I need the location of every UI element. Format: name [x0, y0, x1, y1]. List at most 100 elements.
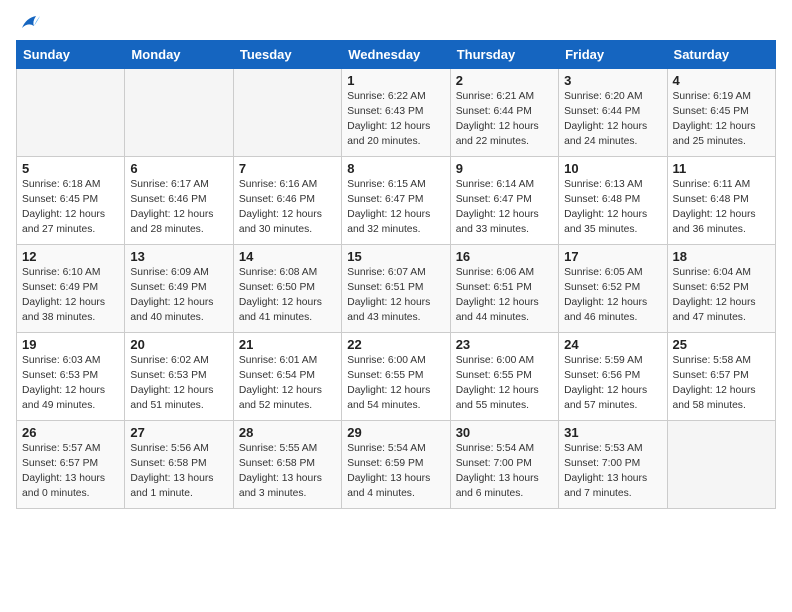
calendar-cell: 2 Sunrise: 6:21 AM Sunset: 6:44 PM Daylig…	[450, 69, 558, 157]
calendar-cell: 9 Sunrise: 6:14 AM Sunset: 6:47 PM Daylig…	[450, 157, 558, 245]
calendar-cell: 26 Sunrise: 5:57 AM Sunset: 6:57 PM Dayli…	[17, 421, 125, 509]
calendar-cell: 13 Sunrise: 6:09 AM Sunset: 6:49 PM Dayli…	[125, 245, 233, 333]
weekday-header-saturday: Saturday	[667, 41, 775, 69]
weekday-header-tuesday: Tuesday	[233, 41, 341, 69]
day-number: 30	[456, 425, 553, 440]
calendar-cell: 23Sunrise: 6:00 AM Sunset: 6:55 PM Dayli…	[450, 333, 558, 421]
day-number: 28	[239, 425, 336, 440]
calendar-cell	[233, 69, 341, 157]
calendar-week-row: 19 Sunrise: 6:03 AM Sunset: 6:53 PM Dayli…	[17, 333, 776, 421]
day-number: 9	[456, 161, 553, 176]
day-info: Sunrise: 5:55 AM Sunset: 6:58 PM Dayligh…	[239, 442, 336, 502]
day-number: 17	[564, 249, 661, 264]
calendar-week-row: 1 Sunrise: 6:22 AM Sunset: 6:43 PM Daylig…	[17, 69, 776, 157]
calendar-cell: 7Sunrise: 6:16 AM Sunset: 6:46 PM Daylig…	[233, 157, 341, 245]
day-info: Sunrise: 6:06 AM Sunset: 6:51 PM Dayligh…	[456, 266, 553, 326]
day-info: Sunrise: 5:53 AM Sunset: 7:00 PM Dayligh…	[564, 442, 661, 502]
day-number: 29	[347, 425, 444, 440]
calendar-cell: 29 Sunrise: 5:54 AM Sunset: 6:59 PM Dayli…	[342, 421, 450, 509]
day-number: 4	[673, 73, 770, 88]
day-number: 2	[456, 73, 553, 88]
calendar-cell: 31 Sunrise: 5:53 AM Sunset: 7:00 PM Dayli…	[559, 421, 667, 509]
day-info: Sunrise: 6:10 AM Sunset: 6:49 PM Dayligh…	[22, 266, 119, 326]
weekday-header-sunday: Sunday	[17, 41, 125, 69]
calendar-cell: 21 Sunrise: 6:01 AM Sunset: 6:54 PM Dayli…	[233, 333, 341, 421]
day-number: 3	[564, 73, 661, 88]
day-number: 21	[239, 337, 336, 352]
weekday-header-row: SundayMondayTuesdayWednesdayThursdayFrid…	[17, 41, 776, 69]
day-info: Sunrise: 5:59 AM Sunset: 6:56 PM Dayligh…	[564, 354, 661, 414]
day-number: 10	[564, 161, 661, 176]
calendar-cell: 5 Sunrise: 6:18 AM Sunset: 6:45 PM Daylig…	[17, 157, 125, 245]
day-info: Sunrise: 5:54 AM Sunset: 6:59 PM Dayligh…	[347, 442, 444, 502]
day-info: Sunrise: 6:07 AM Sunset: 6:51 PM Dayligh…	[347, 266, 444, 326]
calendar-cell: 4Sunrise: 6:19 AM Sunset: 6:45 PM Daylig…	[667, 69, 775, 157]
calendar-cell: 30 Sunrise: 5:54 AM Sunset: 7:00 PM Dayli…	[450, 421, 558, 509]
day-number: 13	[130, 249, 227, 264]
day-number: 22	[347, 337, 444, 352]
logo-bird-icon	[18, 14, 40, 32]
day-number: 24	[564, 337, 661, 352]
logo	[16, 16, 40, 28]
weekday-header-thursday: Thursday	[450, 41, 558, 69]
calendar-cell: 25 Sunrise: 5:58 AM Sunset: 6:57 PM Dayli…	[667, 333, 775, 421]
weekday-header-monday: Monday	[125, 41, 233, 69]
calendar-cell: 22 Sunrise: 6:00 AM Sunset: 6:55 PM Dayli…	[342, 333, 450, 421]
day-number: 19	[22, 337, 119, 352]
calendar-cell	[667, 421, 775, 509]
day-number: 12	[22, 249, 119, 264]
day-number: 25	[673, 337, 770, 352]
calendar-cell: 17 Sunrise: 6:05 AM Sunset: 6:52 PM Dayli…	[559, 245, 667, 333]
calendar-cell: 6 Sunrise: 6:17 AM Sunset: 6:46 PM Daylig…	[125, 157, 233, 245]
day-number: 18	[673, 249, 770, 264]
calendar-table: SundayMondayTuesdayWednesdayThursdayFrid…	[16, 40, 776, 509]
day-info: Sunrise: 5:54 AM Sunset: 7:00 PM Dayligh…	[456, 442, 553, 502]
day-info: Sunrise: 6:20 AM Sunset: 6:44 PM Dayligh…	[564, 90, 661, 150]
calendar-cell: 14Sunrise: 6:08 AM Sunset: 6:50 PM Dayli…	[233, 245, 341, 333]
calendar-cell: 15 Sunrise: 6:07 AM Sunset: 6:51 PM Dayli…	[342, 245, 450, 333]
weekday-header-wednesday: Wednesday	[342, 41, 450, 69]
day-info: Sunrise: 5:58 AM Sunset: 6:57 PM Dayligh…	[673, 354, 770, 414]
calendar-cell: 8 Sunrise: 6:15 AM Sunset: 6:47 PM Daylig…	[342, 157, 450, 245]
calendar-cell: 11Sunrise: 6:11 AM Sunset: 6:48 PM Dayli…	[667, 157, 775, 245]
day-info: Sunrise: 6:14 AM Sunset: 6:47 PM Dayligh…	[456, 178, 553, 238]
day-number: 31	[564, 425, 661, 440]
day-info: Sunrise: 6:00 AM Sunset: 6:55 PM Dayligh…	[347, 354, 444, 414]
day-info: Sunrise: 6:17 AM Sunset: 6:46 PM Dayligh…	[130, 178, 227, 238]
day-info: Sunrise: 5:57 AM Sunset: 6:57 PM Dayligh…	[22, 442, 119, 502]
day-info: Sunrise: 6:22 AM Sunset: 6:43 PM Dayligh…	[347, 90, 444, 150]
day-info: Sunrise: 6:05 AM Sunset: 6:52 PM Dayligh…	[564, 266, 661, 326]
day-number: 26	[22, 425, 119, 440]
day-number: 8	[347, 161, 444, 176]
day-number: 1	[347, 73, 444, 88]
day-number: 6	[130, 161, 227, 176]
day-number: 20	[130, 337, 227, 352]
day-number: 15	[347, 249, 444, 264]
calendar-cell	[17, 69, 125, 157]
day-info: Sunrise: 6:18 AM Sunset: 6:45 PM Dayligh…	[22, 178, 119, 238]
day-number: 23	[456, 337, 553, 352]
calendar-cell: 1 Sunrise: 6:22 AM Sunset: 6:43 PM Daylig…	[342, 69, 450, 157]
day-number: 14	[239, 249, 336, 264]
calendar-cell: 16 Sunrise: 6:06 AM Sunset: 6:51 PM Dayli…	[450, 245, 558, 333]
day-info: Sunrise: 6:21 AM Sunset: 6:44 PM Dayligh…	[456, 90, 553, 150]
day-info: Sunrise: 6:13 AM Sunset: 6:48 PM Dayligh…	[564, 178, 661, 238]
calendar-cell: 10 Sunrise: 6:13 AM Sunset: 6:48 PM Dayli…	[559, 157, 667, 245]
calendar-cell: 18Sunrise: 6:04 AM Sunset: 6:52 PM Dayli…	[667, 245, 775, 333]
day-info: Sunrise: 6:02 AM Sunset: 6:53 PM Dayligh…	[130, 354, 227, 414]
calendar-cell	[125, 69, 233, 157]
day-info: Sunrise: 6:01 AM Sunset: 6:54 PM Dayligh…	[239, 354, 336, 414]
calendar-week-row: 5 Sunrise: 6:18 AM Sunset: 6:45 PM Daylig…	[17, 157, 776, 245]
day-number: 11	[673, 161, 770, 176]
day-info: Sunrise: 6:09 AM Sunset: 6:49 PM Dayligh…	[130, 266, 227, 326]
calendar-cell: 3 Sunrise: 6:20 AM Sunset: 6:44 PM Daylig…	[559, 69, 667, 157]
calendar-cell: 27Sunrise: 5:56 AM Sunset: 6:58 PM Dayli…	[125, 421, 233, 509]
day-number: 16	[456, 249, 553, 264]
day-info: Sunrise: 6:03 AM Sunset: 6:53 PM Dayligh…	[22, 354, 119, 414]
day-info: Sunrise: 6:15 AM Sunset: 6:47 PM Dayligh…	[347, 178, 444, 238]
calendar-week-row: 12 Sunrise: 6:10 AM Sunset: 6:49 PM Dayli…	[17, 245, 776, 333]
calendar-cell: 12 Sunrise: 6:10 AM Sunset: 6:49 PM Dayli…	[17, 245, 125, 333]
day-number: 5	[22, 161, 119, 176]
page-header	[16, 16, 776, 28]
weekday-header-friday: Friday	[559, 41, 667, 69]
